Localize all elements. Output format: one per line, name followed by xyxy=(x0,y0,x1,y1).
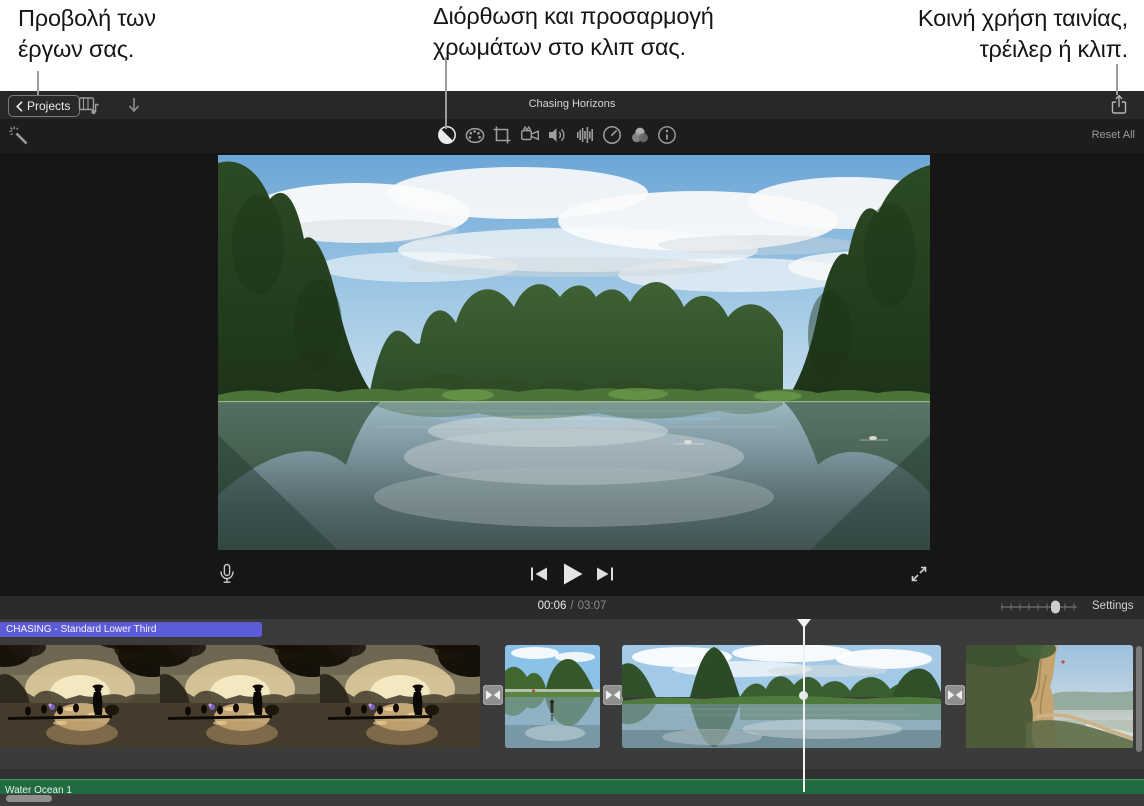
volume-icon[interactable] xyxy=(546,124,568,146)
timeline-track-divider xyxy=(0,769,1144,779)
skip-forward-icon[interactable] xyxy=(596,565,614,583)
callout-share-line2: τρέιλερ ή κλιπ. xyxy=(979,36,1128,62)
video-preview-image xyxy=(218,155,930,550)
total-time: 03:07 xyxy=(577,600,607,612)
stabilization-icon[interactable] xyxy=(519,124,541,146)
enhance-wand-icon[interactable] xyxy=(8,125,30,147)
reset-all-button[interactable]: Reset All xyxy=(1092,129,1135,141)
transition-icon-2[interactable] xyxy=(603,685,623,705)
timeline-clip-3-karst-lake[interactable] xyxy=(622,645,941,748)
imovie-screenshot: Προβολή των έργων σας. Διόρθωση και προσ… xyxy=(0,0,1144,806)
callout-line-share xyxy=(1116,64,1118,95)
callout-projects: Προβολή των έργων σας. xyxy=(18,3,156,65)
timeline-clip-2-valley[interactable] xyxy=(505,645,600,748)
speed-icon[interactable] xyxy=(601,124,623,146)
callout-color: Διόρθωση και προσαρμογή χρωμάτων στο κλι… xyxy=(433,1,714,63)
skip-back-icon[interactable] xyxy=(530,565,548,583)
color-correction-icon[interactable] xyxy=(464,124,486,146)
callout-share-line1: Κοινή χρήση ταινίας, xyxy=(917,5,1128,31)
playhead-line[interactable] xyxy=(803,619,805,792)
timeline-clip-1-sunset[interactable] xyxy=(0,645,480,748)
zoom-slider-thumb[interactable] xyxy=(1051,600,1060,614)
play-icon[interactable] xyxy=(559,561,585,587)
clip-adjustment-icons xyxy=(436,124,678,146)
callout-share: Κοινή χρήση ταινίας, τρέιλερ ή κλιπ. xyxy=(918,3,1128,65)
crop-icon[interactable] xyxy=(491,124,513,146)
project-title: Chasing Horizons xyxy=(528,98,616,110)
timeline-clip-4-cliff[interactable] xyxy=(966,645,1133,748)
title-clip-lower-third[interactable]: CHASING - Standard Lower Third xyxy=(0,622,262,637)
callout-color-line1: Διόρθωση και προσαρμογή xyxy=(433,3,714,29)
time-separator: / xyxy=(570,600,574,612)
callout-line-projects xyxy=(37,71,39,95)
playhead-dot[interactable] xyxy=(799,691,808,700)
playhead-handle[interactable] xyxy=(797,619,811,628)
timeline-zoom-slider[interactable] xyxy=(998,599,1080,615)
fullscreen-icon[interactable] xyxy=(909,564,929,584)
audio-clip-water-ocean[interactable]: Water Ocean 1 xyxy=(0,779,1144,796)
transport-controls xyxy=(530,561,614,587)
callout-projects-line1: Προβολή των xyxy=(18,5,156,31)
color-balance-icon[interactable] xyxy=(436,124,458,146)
current-time: 00:06 xyxy=(537,600,567,612)
clip-filter-icon[interactable] xyxy=(629,124,651,146)
share-icon[interactable] xyxy=(1108,94,1130,116)
microphone-icon[interactable] xyxy=(216,563,238,585)
time-display: 00:06/03:07 xyxy=(0,600,1144,612)
info-icon[interactable] xyxy=(656,124,678,146)
transition-icon-1[interactable] xyxy=(483,685,503,705)
callout-line-color xyxy=(445,57,447,129)
settings-button[interactable]: Settings xyxy=(1092,600,1134,612)
noise-reduction-icon[interactable] xyxy=(574,124,596,146)
vertical-scrollbar[interactable] xyxy=(1136,646,1142,752)
horizontal-scrollbar[interactable] xyxy=(6,795,52,802)
transition-icon-3[interactable] xyxy=(945,685,965,705)
callout-projects-line2: έργων σας. xyxy=(18,36,135,62)
callout-color-line2: χρωμάτων στο κλιπ σας. xyxy=(433,34,686,60)
